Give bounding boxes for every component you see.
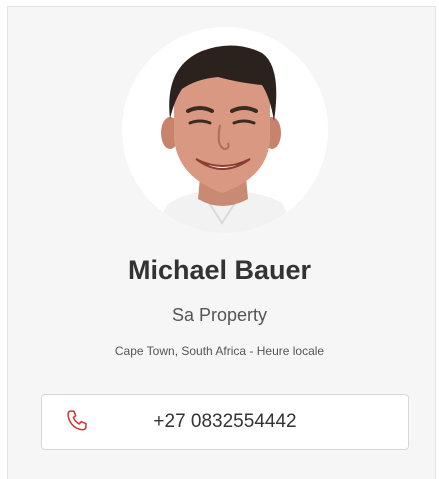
agent-location: Cape Town, South Africa - Heure locale (114, 344, 325, 358)
agent-name: Michael Bauer (127, 255, 312, 285)
agent-company: Sa Property (171, 305, 268, 325)
agent-profile-page: Michael Bauer Sa Property Cape Town, Sou… (0, 0, 439, 479)
avatar (122, 27, 328, 233)
avatar-photo (122, 27, 328, 233)
phone-number: +27 0832554442 (153, 411, 297, 432)
phone-button[interactable]: +27 0832554442 (41, 394, 409, 450)
